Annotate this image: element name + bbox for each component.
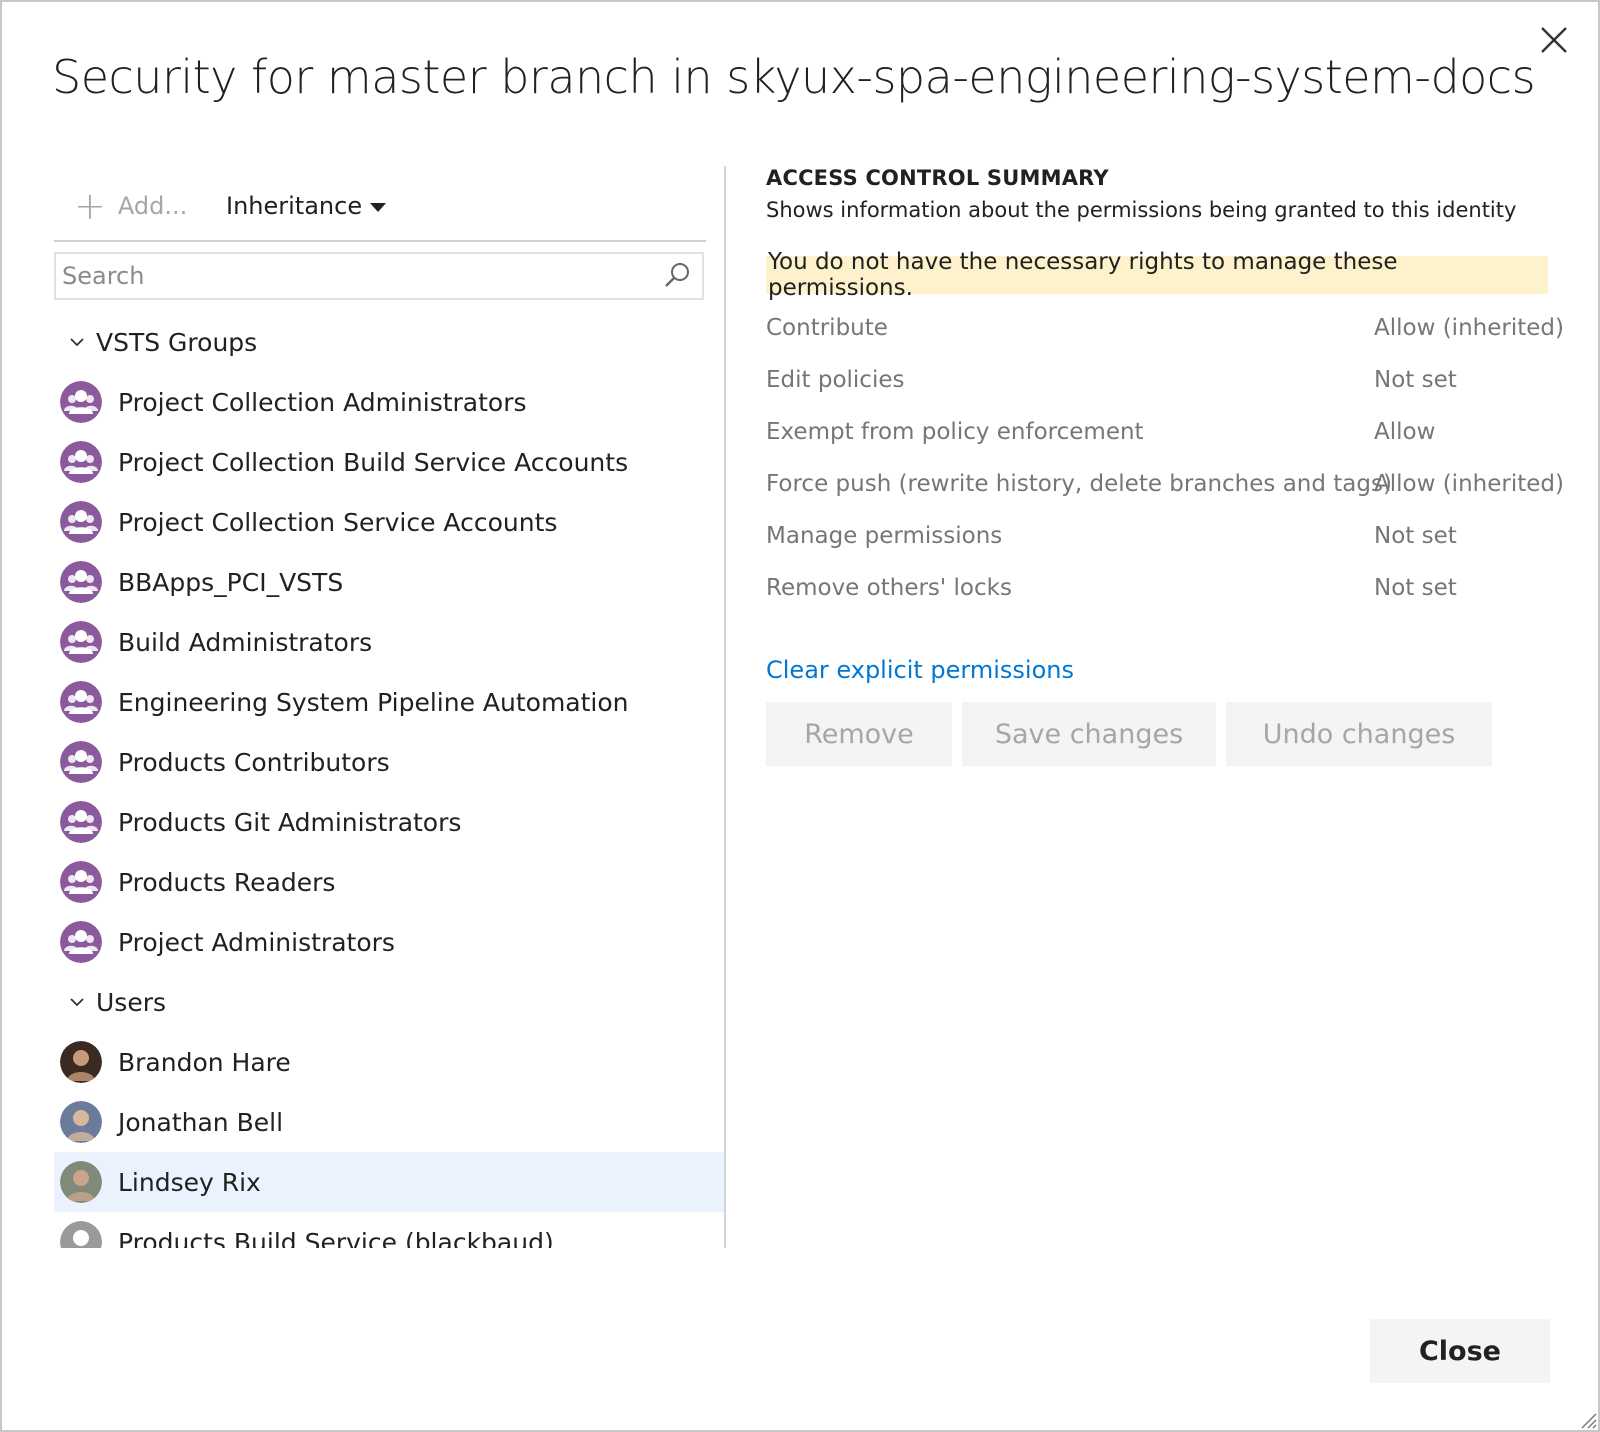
user-row[interactable]: Products Build Service (blackbaud)	[54, 1212, 724, 1248]
summary-title: ACCESS CONTROL SUMMARY	[766, 166, 1109, 190]
group-name: Engineering System Pipeline Automation	[118, 687, 629, 717]
permission-value: Not set	[1374, 367, 1457, 393]
group-icon	[60, 921, 102, 963]
permission-name: Manage permissions	[766, 523, 1003, 549]
permission-value: Allow	[1374, 419, 1436, 445]
group-name: Project Collection Build Service Account…	[118, 447, 629, 477]
group-icon	[60, 501, 102, 543]
dialog-title: Security for master branch in skyux-spa-…	[52, 50, 1536, 104]
undo-changes-button[interactable]: Undo changes	[1226, 702, 1492, 766]
caret-down-icon	[370, 202, 387, 212]
permission-warning: You do not have the necessary rights to …	[766, 249, 1548, 301]
group-name: Products Readers	[118, 867, 336, 897]
group-icon	[60, 801, 102, 843]
group-name: Project Collection Service Accounts	[118, 507, 558, 537]
permission-value: Allow (inherited)	[1374, 315, 1564, 341]
remove-button[interactable]: Remove	[766, 702, 952, 766]
group-icon	[60, 741, 102, 783]
user-avatar	[60, 1041, 102, 1083]
permission-row: Contribute Allow (inherited)	[766, 302, 1564, 354]
group-name: Project Administrators	[118, 927, 395, 957]
search-icon[interactable]	[660, 259, 694, 293]
permission-row: Exempt from policy enforcement Allow	[766, 406, 1556, 458]
pane-divider	[724, 166, 726, 1248]
close-button[interactable]: Close	[1370, 1319, 1550, 1383]
permission-value: Not set	[1374, 523, 1457, 549]
clear-explicit-permissions-link[interactable]: Clear explicit permissions	[766, 656, 1074, 684]
search-input[interactable]	[56, 254, 660, 298]
action-buttons: Remove Save changes Undo changes	[766, 702, 1556, 766]
chevron-down-icon	[70, 998, 84, 1007]
user-row[interactable]: Jonathan Bell	[54, 1092, 724, 1152]
group-row[interactable]: Project Administrators	[54, 912, 724, 972]
group-icon	[60, 561, 102, 603]
group-name: Project Collection Administrators	[118, 387, 527, 417]
permission-value: Allow (inherited)	[1374, 471, 1564, 497]
group-icon	[60, 681, 102, 723]
add-button[interactable]: + Add...	[74, 186, 187, 226]
group-row[interactable]: BBApps_PCI_VSTS	[54, 552, 724, 612]
user-name: Jonathan Bell	[118, 1107, 284, 1137]
permission-list: Contribute Allow (inherited) Edit policie…	[766, 302, 1564, 614]
group-header-users[interactable]: Users	[54, 972, 724, 1032]
group-row[interactable]: Project Collection Build Service Account…	[54, 432, 724, 492]
plus-icon: +	[74, 184, 106, 228]
group-row[interactable]: Products Readers	[54, 852, 724, 912]
user-avatar	[60, 1221, 102, 1248]
chevron-down-icon	[70, 338, 84, 347]
group-icon	[60, 861, 102, 903]
permission-name: Contribute	[766, 315, 888, 341]
group-icon	[60, 441, 102, 483]
user-name: Lindsey Rix	[118, 1167, 261, 1197]
permission-row: Manage permissions Not set	[766, 510, 1556, 562]
user-avatar	[60, 1101, 102, 1143]
security-dialog: Security for master branch in skyux-spa-…	[0, 0, 1600, 1432]
user-name: Brandon Hare	[118, 1047, 291, 1077]
permission-row: Force push (rewrite history, delete bran…	[766, 458, 1564, 510]
search-box	[54, 252, 704, 300]
group-row[interactable]: Project Collection Administrators	[54, 372, 724, 432]
group-row[interactable]: Products Git Administrators	[54, 792, 724, 852]
group-name: BBApps_PCI_VSTS	[118, 567, 344, 597]
inheritance-dropdown[interactable]: Inheritance	[226, 186, 387, 226]
group-row[interactable]: Engineering System Pipeline Automation	[54, 672, 724, 732]
permission-name: Remove others' locks	[766, 575, 1012, 601]
users-list: Brandon Hare Jonathan Bell Lindsey Rix P…	[54, 1032, 724, 1248]
close-icon[interactable]	[1534, 20, 1574, 60]
group-header-vsts-groups[interactable]: VSTS Groups	[54, 312, 724, 372]
user-avatar	[60, 1161, 102, 1203]
identity-pane: + Add... Inheritance VSTS Groups	[54, 166, 724, 1248]
permission-row: Remove others' locks Not set	[766, 562, 1556, 614]
identity-tree: VSTS Groups Project Collection Administr…	[54, 312, 724, 1248]
user-row[interactable]: Brandon Hare	[54, 1032, 724, 1092]
permission-name: Edit policies	[766, 367, 905, 393]
groups-list: Project Collection Administrators Projec…	[54, 372, 724, 972]
summary-description: Shows information about the permissions …	[766, 198, 1517, 222]
access-control-summary: ACCESS CONTROL SUMMARY Shows information…	[766, 166, 1564, 766]
group-row[interactable]: Products Contributors	[54, 732, 724, 792]
permission-name: Exempt from policy enforcement	[766, 419, 1144, 445]
group-name: Build Administrators	[118, 627, 373, 657]
permission-name: Force push (rewrite history, delete bran…	[766, 471, 1392, 497]
identity-toolbar: + Add... Inheritance	[54, 166, 706, 242]
group-icon	[60, 621, 102, 663]
user-row[interactable]: Lindsey Rix	[54, 1152, 724, 1212]
inheritance-label: Inheritance	[226, 192, 363, 220]
group-header-label: VSTS Groups	[96, 327, 258, 357]
group-icon	[60, 381, 102, 423]
group-row[interactable]: Project Collection Service Accounts	[54, 492, 724, 552]
resize-grip-icon[interactable]	[1578, 1410, 1598, 1430]
save-changes-button[interactable]: Save changes	[962, 702, 1216, 766]
permission-row: Edit policies Not set	[766, 354, 1556, 406]
permission-value: Not set	[1374, 575, 1457, 601]
group-name: Products Git Administrators	[118, 807, 462, 837]
group-row[interactable]: Build Administrators	[54, 612, 724, 672]
add-button-label: Add...	[117, 192, 188, 220]
group-name: Products Contributors	[118, 747, 390, 777]
user-name: Products Build Service (blackbaud)	[118, 1227, 554, 1249]
group-header-label: Users	[96, 987, 167, 1017]
